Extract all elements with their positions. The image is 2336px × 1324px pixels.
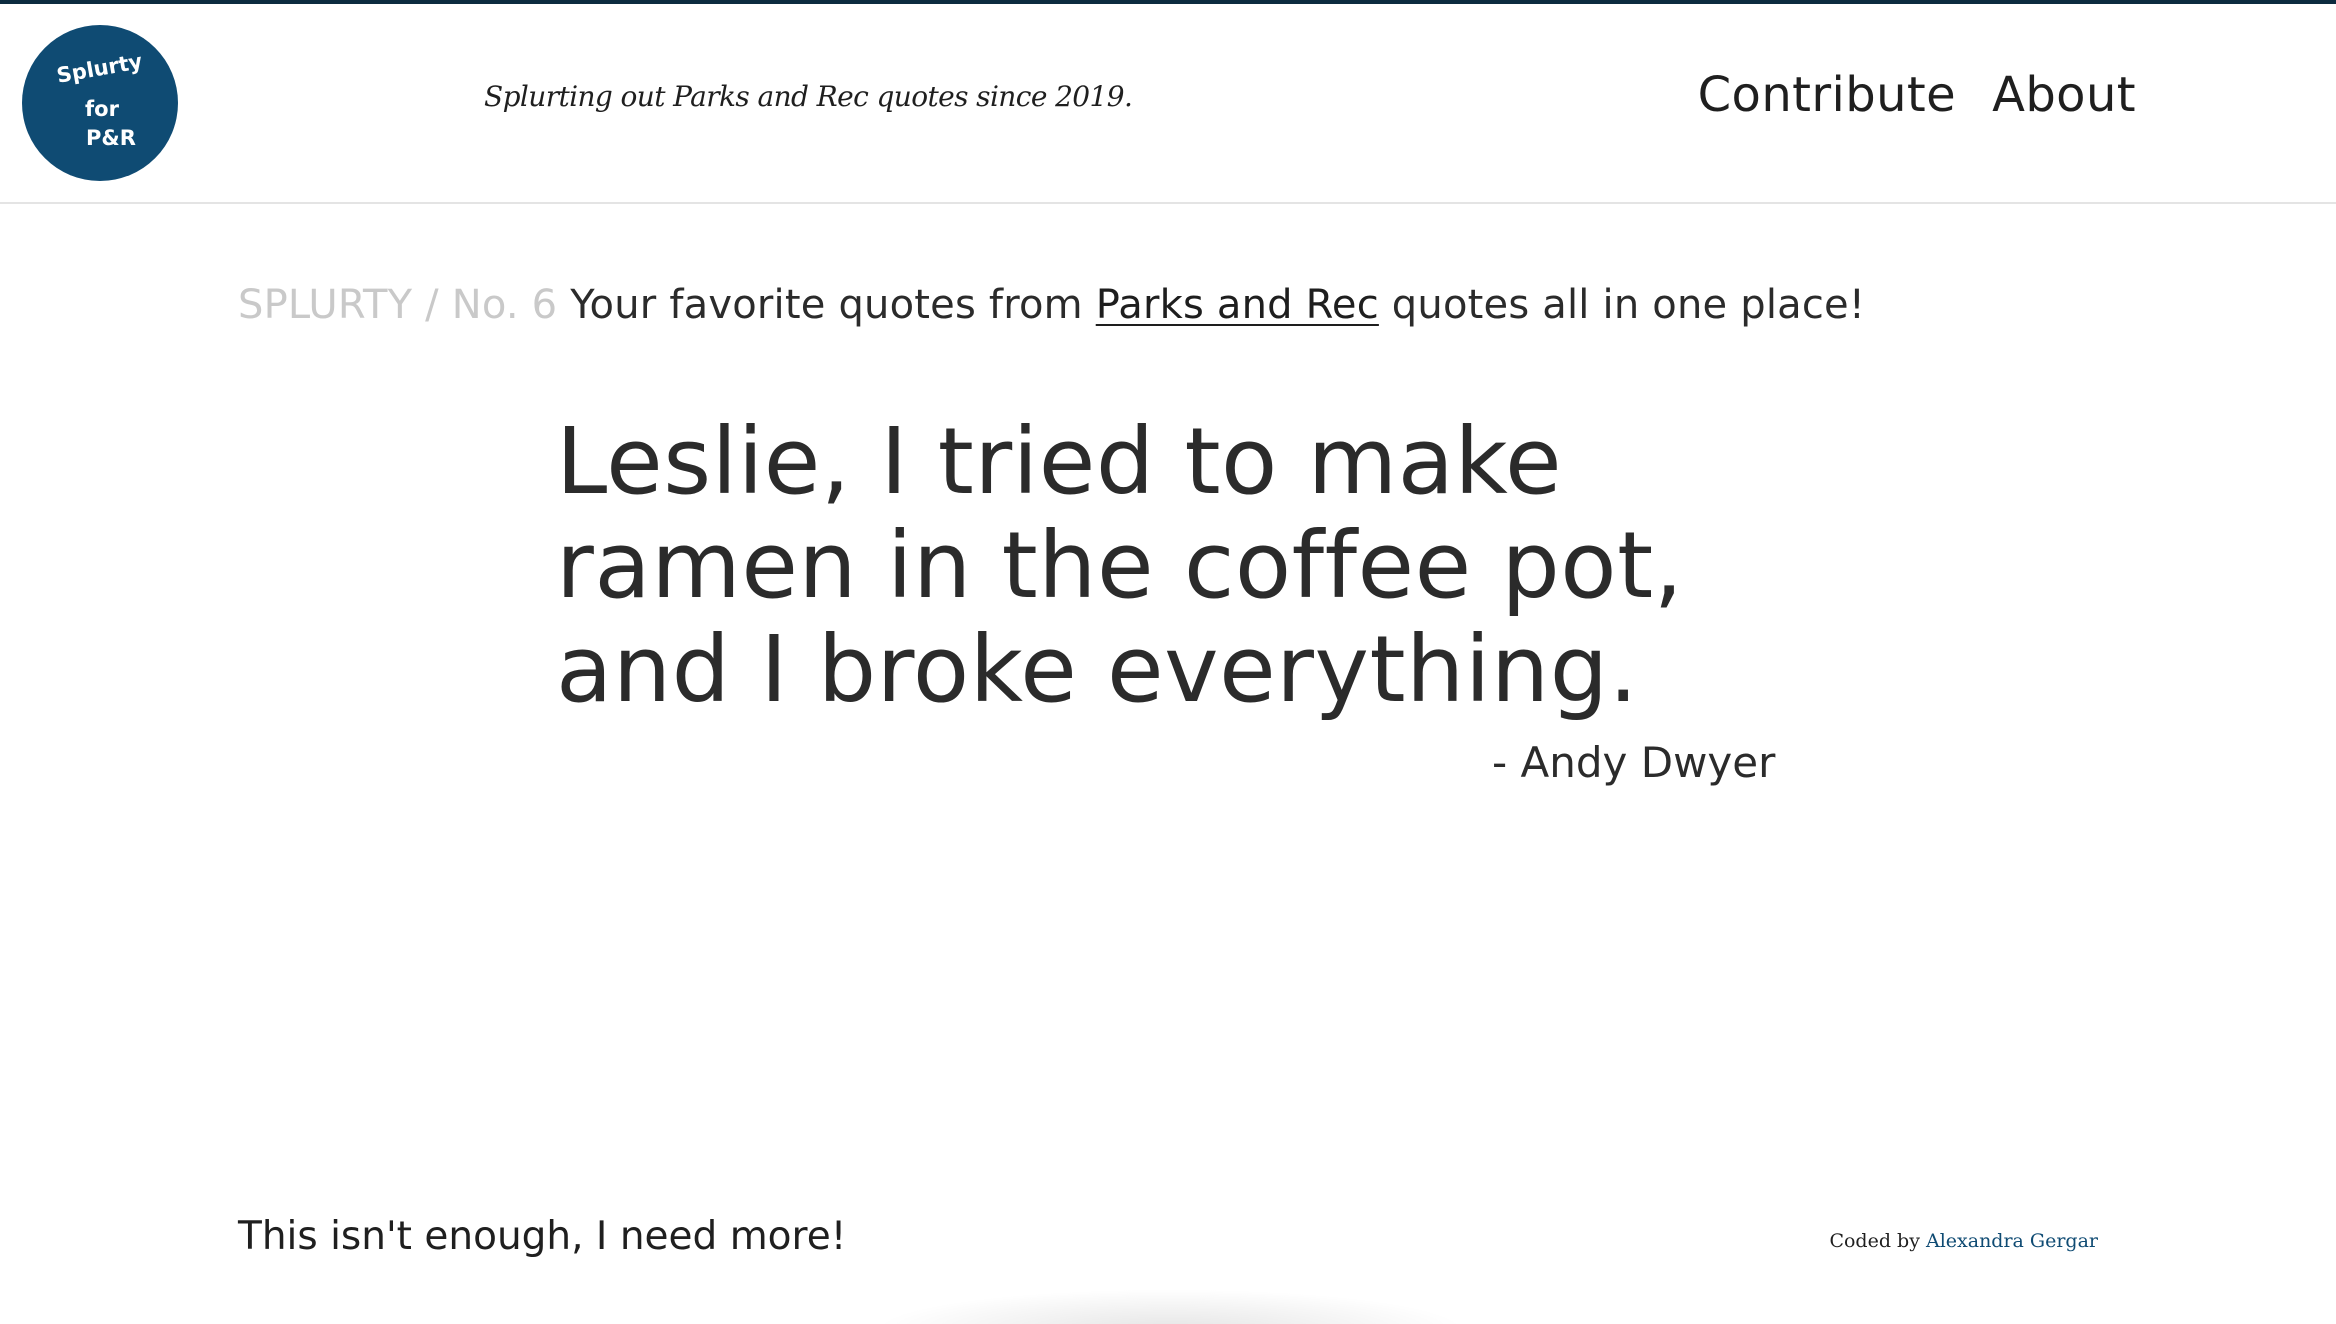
bottom-shadow-decoration (880, 1290, 1460, 1324)
nav-contribute-link[interactable]: Contribute (1698, 70, 1956, 121)
quote-line: ramen in the coffee pot, (556, 512, 1684, 619)
intro-text-before: Your favorite quotes from (570, 282, 1096, 328)
page: Splurty for P&R Splurting out Parks and … (0, 0, 2336, 1324)
main-nav: Contribute About (1698, 70, 2136, 121)
logo-text-line-2: for (85, 97, 119, 121)
intro-text-after: quotes all in one place! (1378, 282, 1866, 328)
credit-prefix: Coded by (1829, 1230, 1926, 1252)
breadcrumb: SPLURTY / No. 6 (238, 282, 558, 328)
footer-credit: Coded by Alexandra Gergar (1829, 1230, 2098, 1252)
featured-quote: Leslie, I tried to make ramen in the cof… (556, 410, 1775, 788)
quote-line: and I broke everything. (556, 616, 1639, 723)
site-tagline: Splurting out Parks and Rec quotes since… (484, 80, 1133, 113)
site-header: Splurty for P&R Splurting out Parks and … (0, 4, 2336, 204)
quote-line: Leslie, I tried to make (556, 408, 1563, 515)
site-logo[interactable]: Splurty for P&R (22, 25, 178, 181)
logo-text-line-1: Splurty (54, 49, 145, 88)
nav-about-link[interactable]: About (1992, 70, 2136, 121)
parks-and-rec-link[interactable]: Parks and Rec (1096, 282, 1379, 328)
more-quotes-link[interactable]: This isn't enough, I need more! (238, 1214, 846, 1259)
author-credit-link[interactable]: Alexandra Gergar (1926, 1230, 2098, 1252)
quote-text: Leslie, I tried to make ramen in the cof… (556, 410, 1756, 722)
logo-text-line-3: P&R (86, 126, 136, 150)
quote-author: - Andy Dwyer (1492, 738, 1776, 787)
intro-line: SPLURTY / No. 6 Your favorite quotes fro… (238, 282, 1865, 328)
